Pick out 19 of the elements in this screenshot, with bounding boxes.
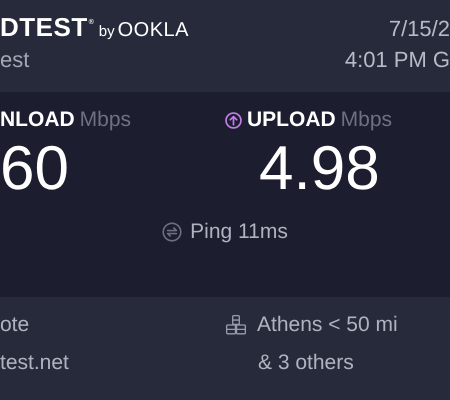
logo-wordmark: DTEST [0,12,88,43]
test-date: 7/15/2 [388,16,450,42]
logo-brand: OOKLA [118,19,189,42]
result-label: NLOAD [0,108,75,132]
other-servers: & 3 others [257,351,355,375]
header-subtitle: est [0,47,30,73]
unit-label: Mbps [80,108,132,132]
logo-byline: by [98,23,115,40]
ping-icon [162,222,182,242]
test-time: 4:01 PM G [344,47,450,73]
speed-value: 4.98 [258,133,381,205]
speed-value: 60 [0,133,70,205]
ping-value: Ping 11ms [190,220,288,244]
server-location: Athens < 50 mi [257,313,398,337]
provider-name: ote [0,313,30,337]
result-label: UPLOAD [247,108,336,132]
unit-label: Mbps [340,108,392,132]
server-icon [225,314,247,336]
provider-name: test.net [0,351,70,375]
